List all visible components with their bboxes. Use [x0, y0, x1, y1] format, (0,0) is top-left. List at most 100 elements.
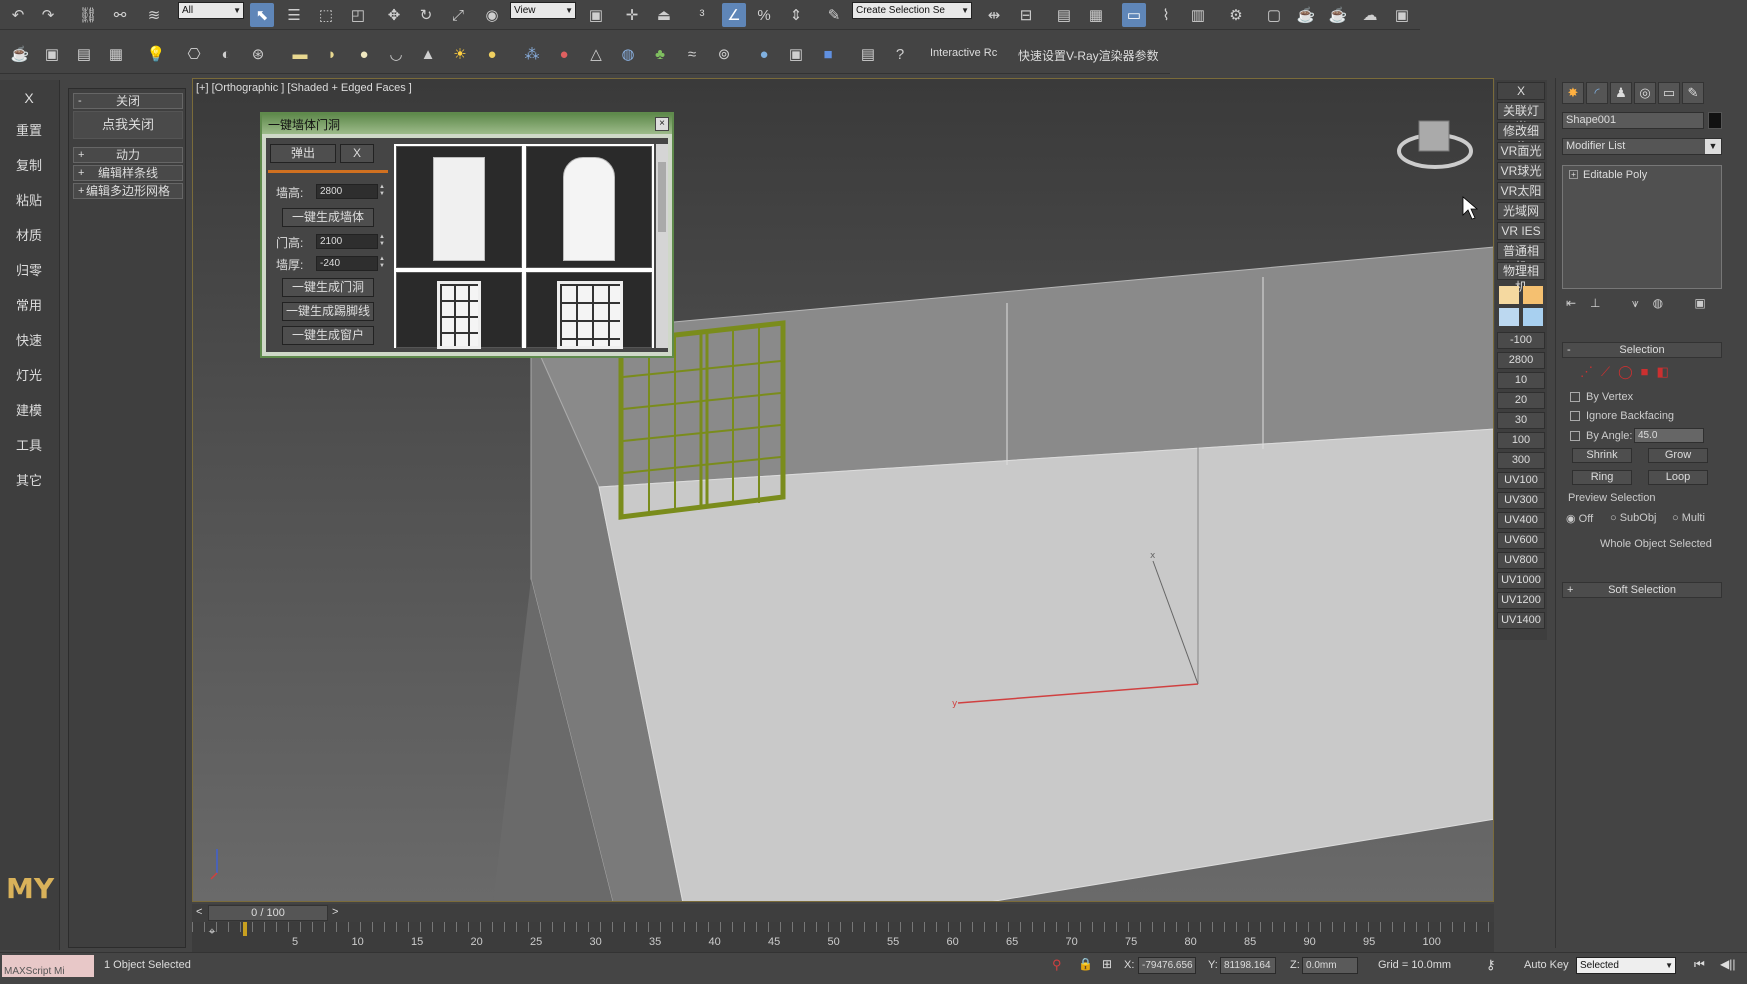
interactive-render-button[interactable]: Interactive Rc	[930, 47, 997, 59]
frame-icon[interactable]: ▣	[784, 42, 808, 66]
unlink-icon[interactable]: ⚯	[108, 3, 132, 27]
rollout-edit-spline[interactable]: + 编辑样条线	[73, 165, 183, 181]
scale-icon[interactable]: ⤢	[446, 3, 470, 27]
teapot-icon[interactable]: ☕	[8, 42, 32, 66]
close-rollout[interactable]: - 关闭	[73, 93, 183, 109]
time-cursor[interactable]	[243, 922, 247, 936]
color-swatch[interactable]	[1499, 308, 1519, 326]
ref-coord-dropdown[interactable]: View	[510, 2, 576, 19]
key-filter-dropdown[interactable]: Selected	[1576, 957, 1676, 974]
maxscript-listener[interactable]: MAXScript Mi	[2, 955, 94, 977]
texture-icon[interactable]: ⊚	[712, 42, 736, 66]
angle-input[interactable]: 45.0	[1634, 428, 1704, 443]
grow-button[interactable]: Grow	[1648, 448, 1708, 463]
rotate-icon[interactable]: ↻	[414, 3, 438, 27]
prev-frame-icon[interactable]: ◀||	[1720, 957, 1735, 971]
strip-num[interactable]: UV800	[1497, 552, 1545, 569]
undo-icon[interactable]: ↶	[6, 3, 30, 27]
named-selection-dropdown[interactable]: Create Selection Se	[852, 2, 972, 19]
render-setup-icon[interactable]: ⚙	[1224, 3, 1248, 27]
selection-rollout-header[interactable]: - Selection	[1562, 342, 1722, 358]
door-height-spinner[interactable]: ▲ ▼	[378, 234, 386, 249]
by-angle-checkbox[interactable]	[1570, 431, 1580, 441]
keyboard-shortcut-icon[interactable]: ⏏	[652, 3, 676, 27]
strip-num[interactable]: 100	[1497, 432, 1545, 449]
strip-num[interactable]: UV300	[1497, 492, 1545, 509]
hair-icon[interactable]: ⁂	[520, 42, 544, 66]
render-window-icon[interactable]: ▣	[1390, 3, 1414, 27]
proxy-icon[interactable]: △	[584, 42, 608, 66]
strip-num[interactable]: 300	[1497, 452, 1545, 469]
track-bar[interactable]: 5 10 15 20 25 30 35 40 45 50 55 60 65 70 75 80 85 90 95 100	[192, 922, 1494, 952]
goto-start-icon[interactable]: ⏮	[1694, 957, 1705, 972]
close-me-button[interactable]: 点我关闭	[73, 111, 183, 139]
strip-num[interactable]: -100	[1497, 332, 1545, 349]
pivot-icon[interactable]: ▣	[584, 3, 608, 27]
link-icon[interactable]: ⛓	[76, 3, 100, 27]
create-tab-icon[interactable]: ✸	[1562, 82, 1584, 104]
render-cloud-icon[interactable]: ☁	[1358, 3, 1382, 27]
box-icon[interactable]: ▬	[288, 42, 312, 66]
strip-num[interactable]: UV1000	[1497, 572, 1545, 589]
select-manipulate-icon[interactable]: ✛	[620, 3, 644, 27]
mirror-icon[interactable]: ⇹	[982, 3, 1006, 27]
strip-num[interactable]: UV600	[1497, 532, 1545, 549]
abs-mode-icon[interactable]: ⊞	[1102, 957, 1112, 971]
strip-item-camera[interactable]: 普通相机	[1497, 242, 1545, 274]
isolate-icon[interactable]: ⚲	[1052, 957, 1062, 973]
time-prev-icon[interactable]: <	[196, 906, 202, 918]
gen-wall-button[interactable]: 一键生成墙体	[282, 208, 374, 227]
mini-curve-icon[interactable]: ⌖	[200, 924, 224, 940]
shading-icon[interactable]: ●	[752, 42, 776, 66]
gen-skirting-button[interactable]: 一键生成踢脚线	[282, 302, 374, 321]
strip-num[interactable]: 20	[1497, 392, 1545, 409]
time-frame-label[interactable]: 0 / 100	[208, 905, 328, 921]
expand-icon[interactable]: +	[1569, 170, 1578, 179]
sphere-wire-icon[interactable]: ◐	[214, 42, 238, 66]
percent-snap-icon[interactable]: %	[752, 3, 776, 27]
sidebar-item-reset[interactable]: 重置	[0, 120, 58, 139]
move-icon[interactable]: ✥	[382, 3, 406, 27]
dome-icon[interactable]: ◗	[320, 42, 344, 66]
stack-item-editable-poly[interactable]: + Editable Poly	[1565, 168, 1719, 183]
strip-num[interactable]: UV1200	[1497, 592, 1545, 609]
sidebar-item-common[interactable]: 常用	[0, 295, 58, 314]
color-swatch[interactable]	[1523, 308, 1543, 326]
shrink-button[interactable]: Shrink	[1572, 448, 1632, 463]
strip-num[interactable]: 10	[1497, 372, 1545, 389]
strip-num[interactable]: UV1400	[1497, 612, 1545, 629]
door-thumb-4[interactable]	[526, 272, 652, 349]
dialog-titlebar[interactable]: 一键墙体门洞 ×	[262, 114, 672, 134]
color-swatch[interactable]	[1499, 286, 1519, 304]
fur-icon[interactable]: ≈	[680, 42, 704, 66]
object-color-swatch[interactable]	[1708, 112, 1722, 129]
scene-explorer-icon[interactable]: ▦	[1084, 3, 1108, 27]
sphere-light-icon[interactable]: ●	[480, 42, 504, 66]
image-icon[interactable]: ▣	[40, 42, 64, 66]
light-bulb-icon[interactable]: 💡	[144, 42, 168, 66]
preview-radio-off[interactable]: ◉ Off	[1566, 512, 1593, 525]
strip-num[interactable]: UV100	[1497, 472, 1545, 489]
cone-icon[interactable]: ▲	[416, 42, 440, 66]
popup-button[interactable]: 弹出	[270, 144, 336, 163]
viewport-label[interactable]: [+] [Orthographic ] [Shaded + Edged Face…	[196, 82, 412, 94]
modifier-list-dropdown[interactable]: Modifier List ▼	[1562, 138, 1722, 155]
key-icon[interactable]: ⚷	[1486, 957, 1496, 973]
sidebar-item-paste[interactable]: 粘贴	[0, 190, 58, 209]
sun-icon[interactable]: ☀	[448, 42, 472, 66]
object-name-field[interactable]: Shape001	[1562, 112, 1704, 129]
strip-item-ies[interactable]: 光域网	[1497, 202, 1545, 220]
mesh-icon[interactable]: ●	[552, 42, 576, 66]
wall-thick-spinner[interactable]: ▲ ▼	[378, 256, 386, 271]
strip-item-phys-camera[interactable]: 物理相机	[1497, 262, 1545, 294]
align-icon[interactable]: ⊟	[1014, 3, 1038, 27]
edit-named-sel-icon[interactable]: ✎	[822, 3, 846, 27]
render-iterative-icon[interactable]: ☕	[1326, 3, 1350, 27]
sidebar-item-lights[interactable]: 灯光	[0, 365, 58, 384]
thumbnail-scrollbar[interactable]	[656, 144, 668, 348]
modify-tab-icon[interactable]: ◜	[1586, 82, 1608, 104]
help-icon[interactable]: ?	[888, 42, 912, 66]
schematic-icon[interactable]: ⌇	[1154, 3, 1178, 27]
ignore-backfacing-checkbox[interactable]	[1570, 411, 1580, 421]
z-coord-field[interactable]: 0.0mm	[1302, 957, 1358, 974]
